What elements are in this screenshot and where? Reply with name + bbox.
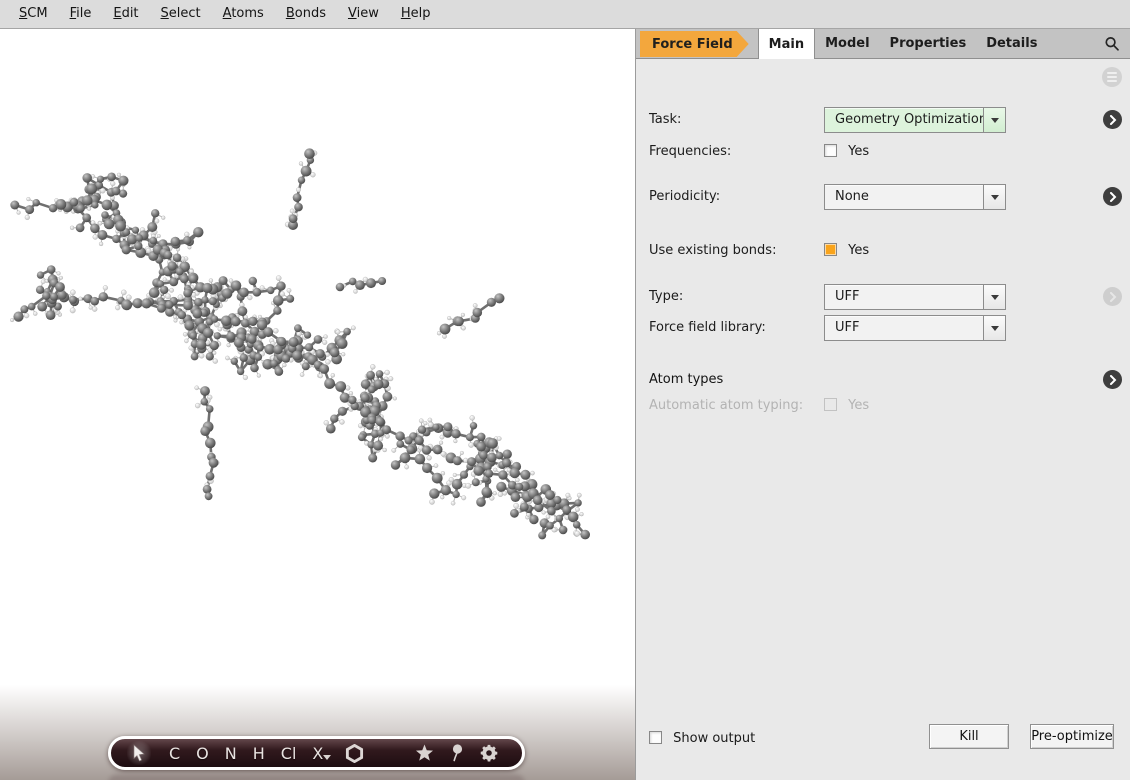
field-periodicity: Periodicity: None <box>636 184 1130 210</box>
periodicity-label: Periodicity: <box>649 184 720 210</box>
panel-menu-button[interactable] <box>1102 67 1122 87</box>
use-existing-bonds-checkbox-label: Yes <box>848 243 869 258</box>
app-window: { "menu": { "items": ["SCM", "File", "Ed… <box>0 0 1130 780</box>
periodicity-dropdown-arrow-icon[interactable] <box>983 185 1005 209</box>
builder-toolbar: C O N H Cl X <box>108 736 525 770</box>
menu-select[interactable]: Select <box>150 0 212 28</box>
field-use-existing-bonds: Use existing bonds: Yes <box>636 238 1130 264</box>
periodicity-dropdown[interactable]: None <box>824 184 1006 210</box>
tab-model[interactable]: Model <box>815 29 879 58</box>
tab-details[interactable]: Details <box>976 29 1047 58</box>
field-type: Type: UFF <box>636 284 1130 310</box>
toolbar-reflection <box>108 775 525 780</box>
chevron-right-icon <box>1109 375 1117 385</box>
automatic-atom-typing-checkbox-label: Yes <box>848 398 869 413</box>
atom-types-detail-button[interactable] <box>1103 370 1122 389</box>
show-output-label: Show output <box>673 731 755 746</box>
task-dropdown[interactable]: Geometry Optimization <box>824 107 1006 133</box>
menu-bar: SCM File Edit Select Atoms Bonds View He… <box>0 0 1130 29</box>
use-existing-bonds-checkbox[interactable] <box>824 243 837 256</box>
type-detail-button-disabled <box>1103 287 1122 306</box>
task-detail-button[interactable] <box>1103 110 1122 129</box>
frequencies-label: Frequencies: <box>649 139 731 165</box>
element-nitrogen-button[interactable]: N <box>225 744 237 763</box>
search-button[interactable] <box>1094 29 1130 58</box>
molecule-svg <box>0 29 635 780</box>
field-force-field-library: Force field library: UFF <box>636 315 1130 341</box>
menu-view[interactable]: View <box>337 0 390 28</box>
automatic-atom-typing-checkbox <box>824 398 837 411</box>
use-existing-bonds-label: Use existing bonds: <box>649 238 776 264</box>
type-dropdown-arrow-icon[interactable] <box>983 285 1005 309</box>
force-field-library-label: Force field library: <box>649 315 766 341</box>
panel-footer: Show output Kill Pre-optimize <box>636 724 1130 750</box>
tab-main[interactable]: Main <box>758 29 815 59</box>
tab-properties[interactable]: Properties <box>880 29 977 58</box>
automatic-atom-typing-label: Automatic atom typing: <box>649 393 803 419</box>
menu-atoms[interactable]: Atoms <box>212 0 275 28</box>
settings-panel: Force Field Main Model Properties Detail… <box>635 29 1130 780</box>
element-picker-button[interactable]: X <box>312 744 323 763</box>
menu-edit[interactable]: Edit <box>102 0 149 28</box>
menu-bonds[interactable]: Bonds <box>275 0 337 28</box>
element-hydrogen-button[interactable]: H <box>253 744 265 763</box>
molecule-render <box>10 148 590 539</box>
kill-button[interactable]: Kill <box>929 724 1009 749</box>
force-field-library-dropdown[interactable]: UFF <box>824 315 1006 341</box>
star-tool-icon[interactable] <box>415 744 434 762</box>
ring-tool-icon[interactable] <box>345 744 364 763</box>
periodicity-detail-button[interactable] <box>1103 187 1122 206</box>
field-task: Task: Geometry Optimization <box>636 107 1130 133</box>
tab-bar: Force Field Main Model Properties Detail… <box>636 29 1130 59</box>
section-atom-types: Atom types <box>636 367 1130 393</box>
task-dropdown-value: Geometry Optimization <box>825 108 983 132</box>
type-label: Type: <box>649 284 683 310</box>
molecule-viewport[interactable]: C O N H Cl X <box>0 29 635 780</box>
pointer-tool-icon[interactable] <box>127 741 151 765</box>
preoptimize-button[interactable]: Pre-optimize <box>1030 724 1114 749</box>
show-output-checkbox[interactable] <box>649 731 662 744</box>
field-frequencies: Frequencies: Yes <box>636 139 1130 165</box>
type-dropdown[interactable]: UFF <box>824 284 1006 310</box>
balloon-tool-icon[interactable] <box>450 744 464 763</box>
menu-scm[interactable]: SCM <box>8 0 59 28</box>
periodicity-dropdown-value: None <box>825 185 983 209</box>
element-picker-label: X <box>312 744 323 763</box>
menu-file[interactable]: File <box>59 0 103 28</box>
module-selector-force-field[interactable]: Force Field <box>640 31 749 57</box>
chevron-right-icon <box>1109 192 1117 202</box>
atom-types-label: Atom types <box>649 367 723 393</box>
element-carbon-button[interactable]: C <box>169 744 180 763</box>
chevron-right-icon <box>1109 292 1117 302</box>
force-field-library-dropdown-arrow-icon[interactable] <box>983 316 1005 340</box>
frequencies-checkbox-label: Yes <box>848 144 869 159</box>
element-picker-caret-icon <box>323 755 331 760</box>
menu-help[interactable]: Help <box>390 0 442 28</box>
frequencies-checkbox[interactable] <box>824 144 837 157</box>
field-automatic-atom-typing: Automatic atom typing: Yes <box>636 393 1130 419</box>
panel-body: Task: Geometry Optimization Frequencies:… <box>636 59 1130 780</box>
gear-tool-icon[interactable] <box>480 744 498 762</box>
search-icon <box>1104 36 1120 52</box>
chevron-right-icon <box>1109 115 1117 125</box>
element-oxygen-button[interactable]: O <box>196 744 209 763</box>
element-chlorine-button[interactable]: Cl <box>281 744 297 763</box>
task-dropdown-arrow-icon[interactable] <box>983 108 1005 132</box>
menu-circle-icon <box>1107 72 1117 74</box>
type-dropdown-value: UFF <box>825 285 983 309</box>
force-field-library-dropdown-value: UFF <box>825 316 983 340</box>
task-label: Task: <box>649 107 681 133</box>
